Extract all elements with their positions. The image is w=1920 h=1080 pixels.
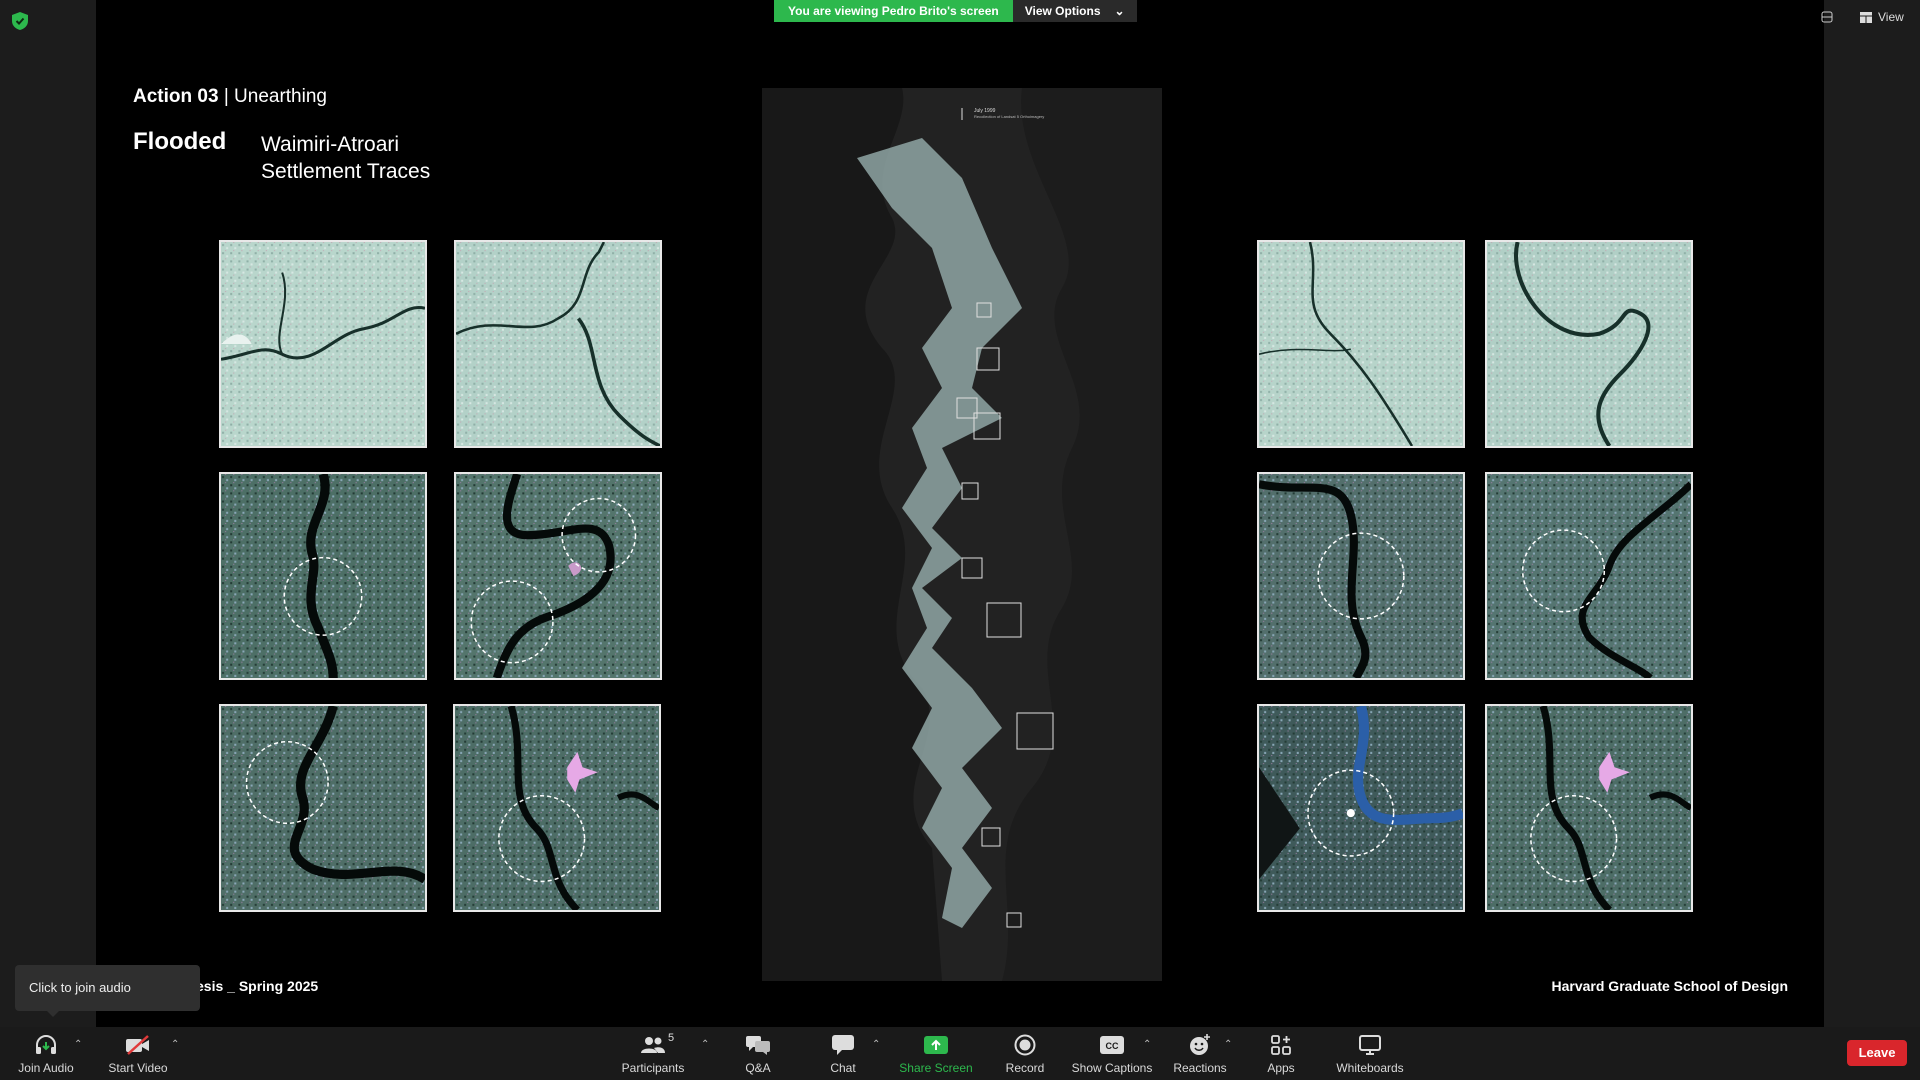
view-options-button[interactable]: View Options ⌄: [1012, 0, 1137, 22]
participants-count: 5: [668, 1032, 675, 1044]
participants-icon: [641, 1037, 665, 1053]
top-right-controls: [1820, 10, 1834, 24]
satellite-tile: [1485, 472, 1693, 680]
show-captions-button[interactable]: CC Show Captions: [1066, 1031, 1158, 1075]
meeting-toolbar: Join Audio ⌃ Start Video ⌃ Participants …: [0, 1027, 1920, 1080]
shared-screen: Action 03 | Unearthing Flooded Waimiri-A…: [96, 0, 1824, 1027]
satellite-tile: [1257, 472, 1465, 680]
right-gutter: [1824, 0, 1920, 1027]
chevron-down-icon: ⌄: [1114, 4, 1125, 18]
center-subcaption: Recollection of Landsat 5 Orthoimagery: [974, 114, 1044, 119]
satellite-tile: [219, 240, 427, 448]
screen-share-banner: You are viewing Pedro Brito's screen Vie…: [774, 0, 1137, 22]
leave-button[interactable]: Leave: [1847, 1040, 1907, 1066]
join-audio-button[interactable]: Join Audio: [0, 1031, 92, 1075]
svg-text:CC: CC: [1106, 1041, 1119, 1051]
participants-button[interactable]: Participants: [607, 1031, 699, 1075]
grid-view-icon: [1860, 11, 1872, 23]
qa-icon: [746, 1036, 770, 1055]
video-off-icon: [126, 1035, 149, 1055]
headphones-icon: [36, 1035, 56, 1054]
satellite-tile: [219, 704, 427, 912]
chat-options-chevron-icon[interactable]: ⌃: [872, 1039, 880, 1050]
audio-options-chevron-icon[interactable]: ⌃: [74, 1039, 82, 1050]
whiteboard-icon: [1359, 1035, 1381, 1055]
slide-footer-left: esis _ Spring 2025: [196, 978, 319, 994]
chat-bubble-icon: [832, 1035, 854, 1055]
share-screen-icon: [924, 1036, 948, 1054]
slide-footer-right: Harvard Graduate School of Design: [1551, 978, 1789, 994]
satellite-tile: [454, 472, 662, 680]
reactions-options-chevron-icon[interactable]: ⌃: [1224, 1039, 1232, 1050]
slide-subtitle: Waimiri-Atroari Settlement Traces: [261, 133, 431, 183]
captions-options-chevron-icon[interactable]: ⌃: [1143, 1039, 1151, 1050]
video-options-chevron-icon[interactable]: ⌃: [171, 1039, 179, 1050]
satellite-tile: [1485, 704, 1693, 912]
zoom-meeting-window: Action 03 | Unearthing Flooded Waimiri-A…: [0, 0, 1920, 1080]
participants-options-chevron-icon[interactable]: ⌃: [701, 1039, 709, 1050]
security-shield-icon[interactable]: [12, 12, 28, 30]
landsat-orthoimagery-strip: July 1999 Recollection of Landsat 5 Orth…: [762, 88, 1162, 981]
immersive-layout-icon[interactable]: [1820, 10, 1834, 24]
apps-button[interactable]: Apps: [1235, 1031, 1327, 1075]
chat-button[interactable]: Chat: [797, 1031, 889, 1075]
satellite-tile: [1257, 240, 1465, 448]
reactions-button[interactable]: Reactions: [1154, 1031, 1246, 1075]
viewing-screen-label: You are viewing Pedro Brito's screen: [774, 0, 1013, 22]
flooded-heading: Flooded: [133, 128, 227, 155]
whiteboards-button[interactable]: Whiteboards: [1324, 1031, 1416, 1075]
satellite-tile: [454, 240, 662, 448]
slide-title: Action 03 | Unearthing: [133, 86, 327, 107]
start-video-button[interactable]: Start Video: [92, 1031, 184, 1075]
left-gutter: [0, 0, 96, 1027]
record-button[interactable]: Record: [979, 1031, 1071, 1075]
satellite-tile: [1257, 704, 1465, 912]
share-screen-button[interactable]: Share Screen: [890, 1031, 982, 1075]
satellite-tile: [453, 704, 661, 912]
record-icon: [1014, 1034, 1036, 1056]
join-audio-tooltip: Click to join audio: [15, 965, 200, 1017]
qa-button[interactable]: Q&A: [712, 1031, 804, 1075]
apps-grid-icon: [1271, 1035, 1291, 1055]
smiley-reaction-icon: [1190, 1034, 1210, 1055]
satellite-tile: [219, 472, 427, 680]
captions-cc-icon: CC: [1100, 1036, 1124, 1054]
satellite-tile: [1485, 240, 1693, 448]
view-button[interactable]: View: [1860, 10, 1904, 24]
